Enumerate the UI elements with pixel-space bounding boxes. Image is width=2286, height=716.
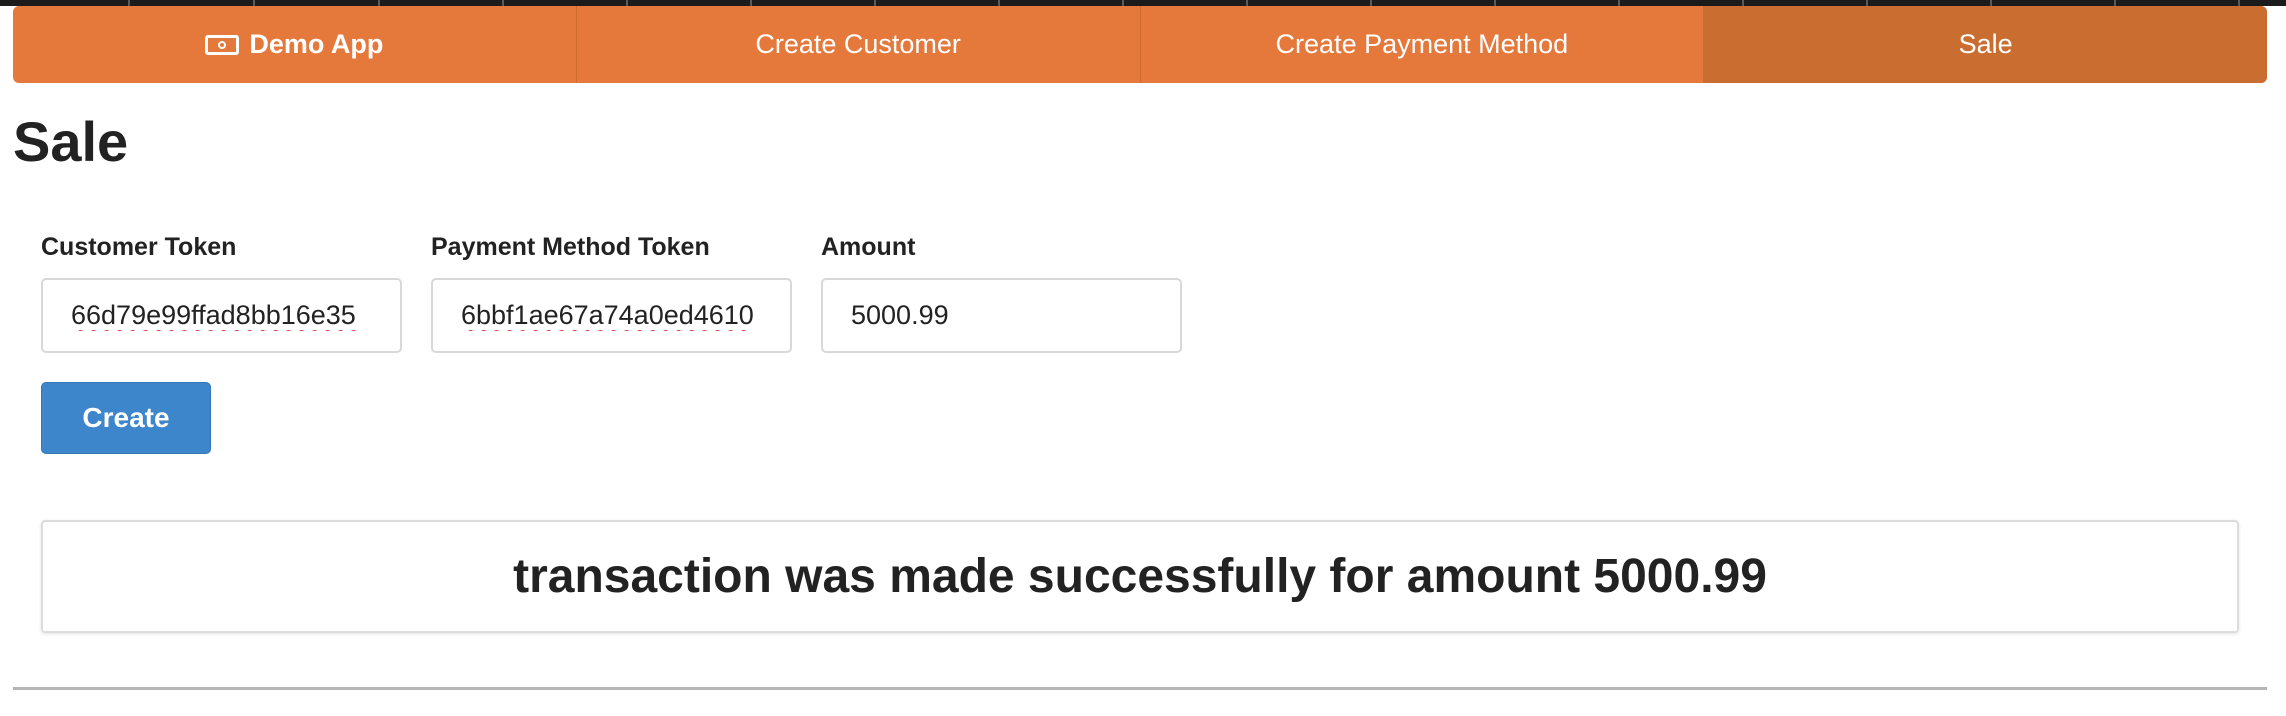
page-title: Sale [13, 110, 129, 173]
create-button[interactable]: Create [41, 382, 211, 454]
nav-brand-demo-app[interactable]: Demo App [13, 6, 577, 83]
result-message-box: transaction was made successfully for am… [41, 520, 2239, 633]
nav-item-create-payment-method[interactable]: Create Payment Method [1141, 6, 1705, 83]
nav-item-label: Create Customer [755, 29, 961, 59]
payment-method-token-label: Payment Method Token [431, 233, 710, 261]
customer-token-label: Customer Token [41, 233, 237, 261]
nav-item-label: Sale [1958, 29, 2013, 59]
nav-item-sale[interactable]: Sale [1704, 6, 2267, 83]
nav-brand-label: Demo App [249, 29, 384, 59]
payment-method-token-input[interactable] [431, 278, 792, 353]
amount-input[interactable] [821, 278, 1182, 353]
customer-token-input[interactable] [41, 278, 402, 353]
footer-divider [13, 687, 2267, 690]
top-navbar: Demo App Create Customer Create Payment … [13, 6, 2267, 83]
nav-item-label: Create Payment Method [1275, 29, 1569, 59]
result-message: transaction was made successfully for am… [513, 550, 1767, 603]
amount-label: Amount [821, 233, 916, 261]
nav-item-create-customer[interactable]: Create Customer [577, 6, 1141, 83]
money-bill-icon [205, 34, 240, 55]
